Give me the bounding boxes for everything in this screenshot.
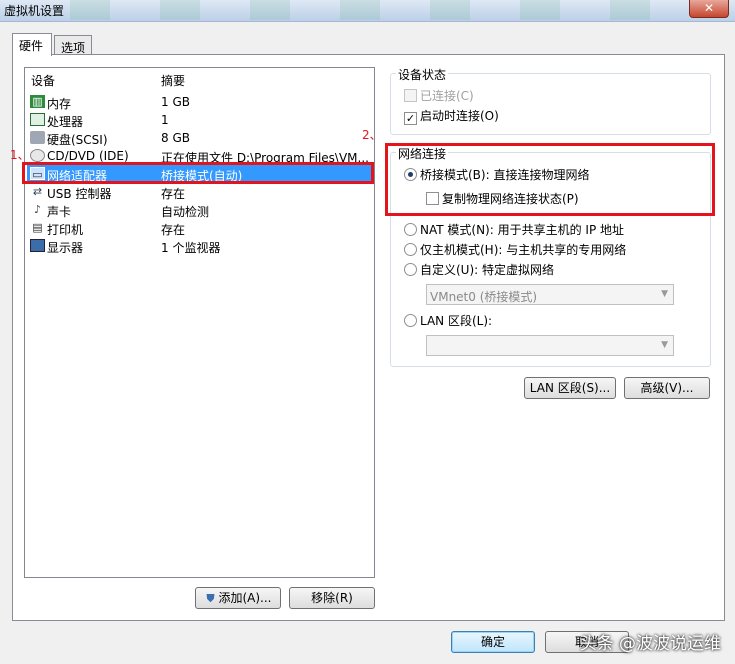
printer-icon: ▤	[32, 221, 43, 234]
tab-options[interactable]: 选项	[54, 35, 92, 55]
title-bar: 虚拟机设置 ✕	[0, 0, 735, 22]
shield-icon: ⛊	[206, 592, 215, 605]
annotation-box-1	[22, 162, 374, 184]
device-summary: 8 GB	[161, 131, 190, 145]
nat-radio[interactable]: NAT 模式(N): 用于共享主机的 IP 地址	[404, 221, 624, 238]
bridged-label: 桥接模式(B): 直接连接物理网络	[420, 168, 590, 182]
custom-network-select[interactable]: VMnet0 (桥接模式) ▼	[426, 284, 674, 305]
harddisk-icon	[30, 131, 45, 144]
checkbox-box: ✓	[404, 112, 417, 125]
device-summary: 自动检测	[161, 205, 210, 219]
device-summary: 存在	[161, 187, 186, 201]
device-name: 内存	[47, 97, 72, 111]
device-row-printer[interactable]: ▤ 打印机 存在	[27, 219, 372, 237]
device-name: 打印机	[47, 223, 84, 237]
radio-circle	[404, 168, 417, 181]
device-list[interactable]: 设备 摘要 ▥ 内存 1 GB 处理器 1 硬盘(SCSI) 8 GB CD/D…	[24, 67, 375, 578]
close-button[interactable]: ✕	[689, 0, 729, 18]
lan-segment-radio[interactable]: LAN 区段(L):	[404, 312, 492, 329]
radio-circle	[404, 223, 417, 236]
device-name: 声卡	[47, 205, 72, 219]
device-row-usb[interactable]: ⇄ USB 控制器 存在	[27, 183, 372, 201]
advanced-button[interactable]: 高级(V)...	[624, 377, 710, 399]
checkbox-box	[426, 192, 439, 205]
device-list-header: 设备 摘要	[25, 68, 374, 88]
chevron-down-icon: ▼	[661, 340, 668, 350]
cpu-icon	[30, 113, 45, 126]
device-row-harddisk[interactable]: 硬盘(SCSI) 8 GB	[27, 129, 372, 147]
device-status-title: 设备状态	[396, 66, 449, 83]
device-name: CD/DVD (IDE)	[47, 149, 129, 163]
device-summary: 存在	[161, 223, 186, 237]
usb-icon: ⇄	[32, 185, 43, 198]
column-header-device[interactable]: 设备	[31, 72, 55, 89]
add-device-label: 添加(A)...	[218, 591, 272, 605]
monitor-icon	[30, 239, 45, 252]
window-title: 虚拟机设置	[4, 4, 65, 18]
hostonly-label: 仅主机模式(H): 与主机共享的专用网络	[420, 243, 627, 257]
background-watermark	[70, 0, 670, 20]
device-row-processor[interactable]: 处理器 1	[27, 111, 372, 129]
remove-device-button[interactable]: 移除(R)	[289, 587, 375, 609]
device-row-memory[interactable]: ▥ 内存 1 GB	[27, 93, 372, 111]
device-row-monitor[interactable]: 显示器 1 个监视器	[27, 237, 372, 255]
connect-on-power-checkbox[interactable]: ✓ 启动时连接(O)	[404, 107, 499, 125]
device-name: USB 控制器	[47, 187, 112, 201]
lan-segments-button[interactable]: LAN 区段(S)...	[524, 377, 616, 399]
replicate-state-label: 复制物理网络连接状态(P)	[442, 192, 579, 206]
device-summary: 1	[161, 113, 169, 127]
device-row-sound[interactable]: ♪ 声卡 自动检测	[27, 201, 372, 219]
radio-circle	[404, 243, 417, 256]
lan-segment-select[interactable]: ▼	[426, 335, 674, 356]
device-summary: 1 个监视器	[161, 241, 221, 255]
annotation-label-1: 1、	[10, 148, 30, 162]
bridged-radio[interactable]: 桥接模式(B): 直接连接物理网络	[404, 166, 589, 183]
sound-icon: ♪	[33, 203, 42, 216]
device-summary: 1 GB	[161, 95, 190, 109]
connect-on-power-label: 启动时连接(O)	[420, 109, 499, 123]
chevron-down-icon: ▼	[661, 289, 668, 299]
device-name: 处理器	[47, 115, 84, 129]
close-icon: ✕	[703, 1, 715, 15]
source-watermark: 头条 @波波说运维	[579, 634, 721, 654]
memory-icon: ▥	[30, 95, 45, 108]
tab-hardware[interactable]: 硬件	[12, 33, 52, 56]
device-name: 显示器	[47, 241, 84, 255]
radio-circle	[404, 314, 417, 327]
nat-label: NAT 模式(N): 用于共享主机的 IP 地址	[420, 223, 625, 237]
annotation-label-2: 2、	[362, 128, 382, 142]
ok-button[interactable]: 确定	[451, 631, 535, 653]
connected-checkbox[interactable]: 已连接(C)	[404, 87, 474, 104]
replicate-state-checkbox[interactable]: 复制物理网络连接状态(P)	[426, 190, 579, 207]
custom-radio[interactable]: 自定义(U): 特定虚拟网络	[404, 261, 554, 278]
connected-label: 已连接(C)	[420, 89, 474, 103]
radio-circle	[404, 263, 417, 276]
checkbox-box	[404, 89, 417, 102]
cd-icon	[30, 149, 45, 162]
lan-segment-label: LAN 区段(L):	[420, 314, 493, 328]
device-name: 硬盘(SCSI)	[47, 133, 108, 147]
column-header-summary[interactable]: 摘要	[161, 72, 185, 89]
custom-label: 自定义(U): 特定虚拟网络	[420, 263, 555, 277]
hostonly-radio[interactable]: 仅主机模式(H): 与主机共享的专用网络	[404, 241, 626, 258]
add-device-button[interactable]: ⛊ 添加(A)...	[195, 587, 281, 609]
custom-network-value: VMnet0 (桥接模式)	[430, 290, 538, 304]
